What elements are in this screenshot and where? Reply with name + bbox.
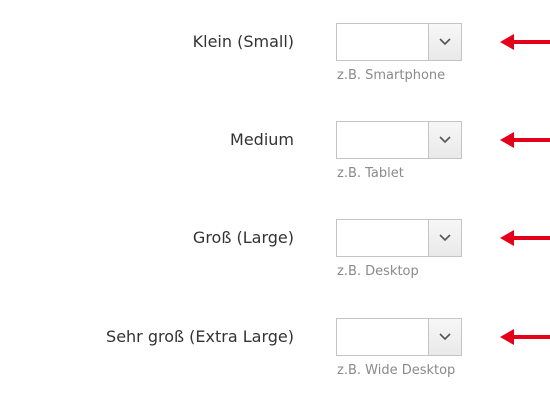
red-arrow-icon — [500, 329, 550, 345]
field-label-small: Klein (Small) — [192, 32, 294, 51]
hint-text-medium: z.B. Tablet — [337, 166, 404, 181]
size-select-large[interactable] — [336, 219, 462, 257]
size-select-extra-large[interactable] — [336, 318, 462, 356]
size-select-small[interactable] — [336, 23, 462, 61]
hint-text-large: z.B. Desktop — [337, 264, 419, 279]
size-row-extra-large: Sehr groß (Extra Large) z.B. Wide Deskto… — [0, 307, 550, 403]
chevron-down-icon[interactable] — [428, 122, 461, 158]
field-label-extra-large: Sehr groß (Extra Large) — [106, 327, 294, 346]
size-select-medium[interactable] — [336, 121, 462, 159]
size-row-large: Groß (Large) z.B. Desktop — [0, 208, 550, 304]
hint-text-extra-large: z.B. Wide Desktop — [337, 363, 456, 378]
field-label-large: Groß (Large) — [192, 228, 294, 247]
red-arrow-icon — [500, 34, 550, 50]
red-arrow-icon — [500, 132, 550, 148]
field-label-medium: Medium — [230, 130, 294, 149]
chevron-down-icon[interactable] — [428, 220, 461, 256]
chevron-down-icon[interactable] — [428, 24, 461, 60]
size-row-small: Klein (Small) z.B. Smartphone — [0, 12, 550, 108]
hint-text-small: z.B. Smartphone — [337, 68, 446, 83]
red-arrow-icon — [500, 230, 550, 246]
chevron-down-icon[interactable] — [428, 319, 461, 355]
size-row-medium: Medium z.B. Tablet — [0, 110, 550, 206]
